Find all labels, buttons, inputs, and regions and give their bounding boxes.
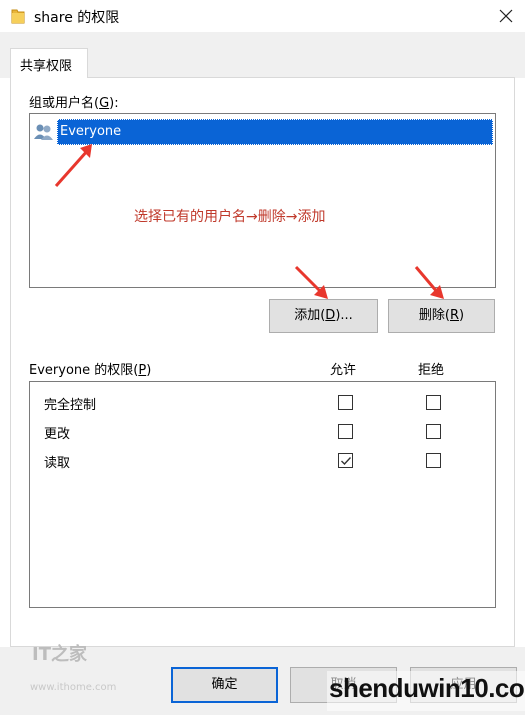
add-button-suffix: )... <box>335 308 353 323</box>
allow-checkbox-full-control[interactable] <box>338 395 353 410</box>
tab-share-permissions[interactable]: 共享权限 <box>10 48 88 78</box>
users-group-icon <box>34 124 53 140</box>
remove-button-accesskey: R <box>449 308 460 323</box>
deny-checkbox-change[interactable] <box>426 424 441 439</box>
group-users-label: 组或用户名(G): <box>29 92 119 111</box>
allow-checkbox-read[interactable] <box>338 453 353 468</box>
add-button-label: 添加( <box>294 308 326 323</box>
permission-name: 完全控制 <box>44 398 97 413</box>
permissions-label-prefix: Everyone 的权限( <box>29 363 139 378</box>
permission-row-change: 更改 <box>30 417 495 446</box>
close-button[interactable] <box>487 0 525 32</box>
list-item-everyone[interactable]: Everyone <box>33 119 493 145</box>
folder-icon <box>11 9 25 24</box>
annotation-text: 选择已有的用户名→删除→添加 <box>134 209 326 225</box>
permissions-label-suffix: ) <box>146 363 152 378</box>
deny-column-header: 拒绝 <box>418 363 445 378</box>
site-watermark: shenduwin10.com <box>327 671 525 711</box>
group-users-label-suffix: ): <box>109 96 119 111</box>
group-users-accesskey: G <box>99 96 110 111</box>
title-bar: share 的权限 <box>0 0 525 32</box>
remove-button-label: 删除( <box>418 308 450 323</box>
ok-button[interactable]: 确定 <box>171 667 278 703</box>
user-name-label: Everyone <box>57 119 493 145</box>
deny-checkbox-full-control[interactable] <box>426 395 441 410</box>
remove-button-suffix: ) <box>459 308 465 323</box>
tab-label: 共享权限 <box>20 59 73 74</box>
add-button-accesskey: D <box>325 308 336 323</box>
add-button[interactable]: 添加(D)... <box>269 299 378 333</box>
deny-checkbox-read[interactable] <box>426 453 441 468</box>
ithome-logo: IT之家 <box>32 644 87 665</box>
permission-name: 更改 <box>44 427 71 442</box>
permissions-label: Everyone 的权限(P) <box>29 359 151 378</box>
permissions-accesskey: P <box>138 363 147 378</box>
checkmark-icon <box>341 457 352 466</box>
remove-button[interactable]: 删除(R) <box>388 299 495 333</box>
window-title: share 的权限 <box>34 10 120 26</box>
permission-row-read: 读取 <box>30 446 495 475</box>
close-icon <box>499 9 513 23</box>
allow-checkbox-change[interactable] <box>338 424 353 439</box>
group-users-label-prefix: 组或用户名( <box>29 96 100 111</box>
site-watermark-text: shenduwin10.com <box>329 673 525 703</box>
ithome-url: www.ithome.com <box>30 682 117 693</box>
permission-name: 读取 <box>44 456 71 471</box>
allow-column-header: 允许 <box>330 363 357 378</box>
permission-row-full-control: 完全控制 <box>30 388 495 417</box>
